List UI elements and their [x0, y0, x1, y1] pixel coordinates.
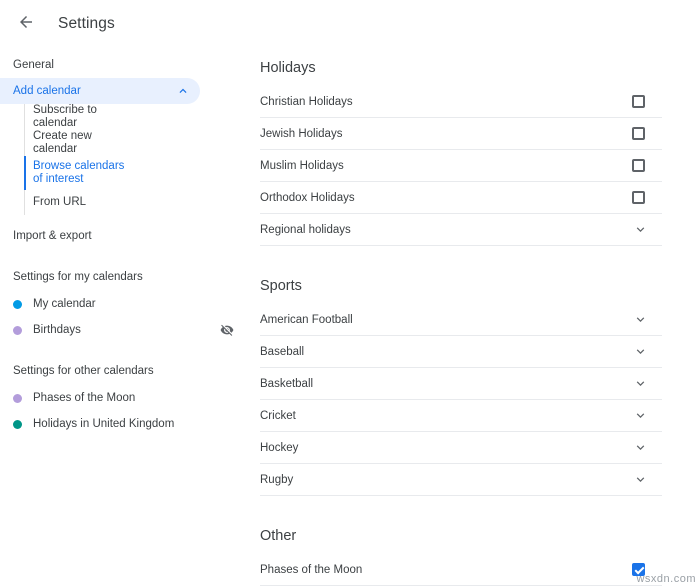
calendar-color-dot	[13, 299, 22, 309]
sidebar-item-label: Subscribe to calendar	[33, 104, 97, 129]
calendar-row-hockey[interactable]: Hockey	[260, 432, 662, 464]
row-label: Rugby	[260, 473, 294, 486]
section-heading-other: Other	[260, 528, 297, 544]
chevron-down-icon[interactable]	[633, 408, 648, 423]
section-heading-sports: Sports	[260, 278, 302, 294]
chevron-down-icon[interactable]	[633, 440, 648, 455]
calendar-item-phases-of-the-moon[interactable]: Phases of the Moon	[0, 385, 248, 411]
calendar-item-holidays-in-united-kingdom[interactable]: Holidays in United Kingdom	[0, 411, 248, 437]
sidebar-item-label: General	[13, 59, 54, 71]
calendar-row-jewish-holidays[interactable]: Jewish Holidays	[260, 118, 662, 150]
sidebar-item-from-url[interactable]: From URL	[25, 190, 248, 215]
app-header: Settings	[0, 0, 700, 48]
calendar-row-american-football[interactable]: American Football	[260, 304, 662, 336]
row-label: American Football	[260, 313, 353, 326]
sidebar-item-add-calendar[interactable]: Add calendar	[0, 78, 200, 104]
calendar-label: My calendar	[33, 298, 96, 310]
row-label: Basketball	[260, 377, 314, 390]
row-label: Muslim Holidays	[260, 159, 344, 172]
chevron-down-icon[interactable]	[633, 472, 648, 487]
sidebar-item-subscribe-to-calendar[interactable]: Subscribe to calendar	[25, 104, 248, 130]
sidebar-item-label: From URL	[33, 196, 87, 208]
page-title: Settings	[58, 15, 115, 32]
watermark: wsxdn.com	[636, 573, 696, 585]
calendar-label: Birthdays	[33, 324, 81, 336]
calendar-row-christian-holidays[interactable]: Christian Holidays	[260, 86, 662, 118]
sidebar-item-label: Create new calendar	[33, 130, 92, 155]
chevron-down-icon[interactable]	[633, 312, 648, 327]
row-label: Phases of the Moon	[260, 563, 363, 576]
calendar-row-orthodox-holidays[interactable]: Orthodox Holidays	[260, 182, 662, 214]
calendar-item-my-calendar[interactable]: My calendar	[0, 291, 248, 317]
add-calendar-subnav: Subscribe to calendar Create new calenda…	[24, 104, 248, 215]
sidebar-item-create-new-calendar[interactable]: Create new calendar	[25, 130, 248, 156]
calendar-color-dot	[13, 419, 22, 429]
eye-off-icon[interactable]	[220, 323, 234, 337]
checkbox-jewish-holidays[interactable]	[632, 127, 645, 140]
calendar-color-dot	[13, 393, 22, 403]
calendar-row-rugby[interactable]: Rugby	[260, 464, 662, 496]
settings-content: Holidays Christian Holidays Jewish Holid…	[248, 48, 700, 587]
calendar-row-regional-holidays[interactable]: Regional holidays	[260, 214, 662, 246]
chevron-down-icon[interactable]	[633, 376, 648, 391]
row-label: Regional holidays	[260, 223, 351, 236]
back-button[interactable]	[12, 10, 40, 38]
section-heading-holidays: Holidays	[260, 60, 316, 76]
calendar-row-muslim-holidays[interactable]: Muslim Holidays	[260, 150, 662, 182]
sidebar-item-label: Add calendar	[13, 85, 81, 97]
arrow-back-icon	[17, 13, 35, 36]
sidebar-item-import-export[interactable]: Import & export	[0, 223, 248, 249]
checkbox-christian-holidays[interactable]	[632, 95, 645, 108]
chevron-down-icon[interactable]	[633, 344, 648, 359]
calendar-label: Holidays in United Kingdom	[33, 418, 175, 430]
settings-body: General Add calendar Subscribe to calend…	[0, 48, 700, 587]
calendar-row-baseball[interactable]: Baseball	[260, 336, 662, 368]
row-label: Christian Holidays	[260, 95, 353, 108]
sidebar-item-general[interactable]: General	[0, 52, 248, 78]
checkbox-muslim-holidays[interactable]	[632, 159, 645, 172]
calendar-row-phases-of-the-moon[interactable]: Phases of the Moon	[260, 554, 662, 586]
chevron-down-icon[interactable]	[633, 222, 648, 237]
row-label: Baseball	[260, 345, 305, 358]
browse-calendars-panel: Holidays Christian Holidays Jewish Holid…	[248, 52, 700, 586]
row-label: Jewish Holidays	[260, 127, 343, 140]
sidebar-item-label: Import & export	[13, 230, 92, 242]
chevron-up-icon	[176, 84, 190, 98]
settings-sidebar: General Add calendar Subscribe to calend…	[0, 48, 248, 587]
calendar-label: Phases of the Moon	[33, 392, 136, 404]
calendar-item-birthdays[interactable]: Birthdays	[0, 317, 248, 343]
row-label: Orthodox Holidays	[260, 191, 355, 204]
other-calendars-heading: Settings for other calendars	[13, 365, 154, 377]
checkbox-orthodox-holidays[interactable]	[632, 191, 645, 204]
row-label: Cricket	[260, 409, 296, 422]
sidebar-item-label: Browse calendars of interest	[33, 160, 125, 185]
calendar-row-cricket[interactable]: Cricket	[260, 400, 662, 432]
row-label: Hockey	[260, 441, 299, 454]
sidebar-item-browse-calendars-of-interest[interactable]: Browse calendars of interest	[24, 156, 248, 190]
calendar-row-basketball[interactable]: Basketball	[260, 368, 662, 400]
my-calendars-heading: Settings for my calendars	[13, 271, 143, 283]
calendar-color-dot	[13, 325, 22, 335]
